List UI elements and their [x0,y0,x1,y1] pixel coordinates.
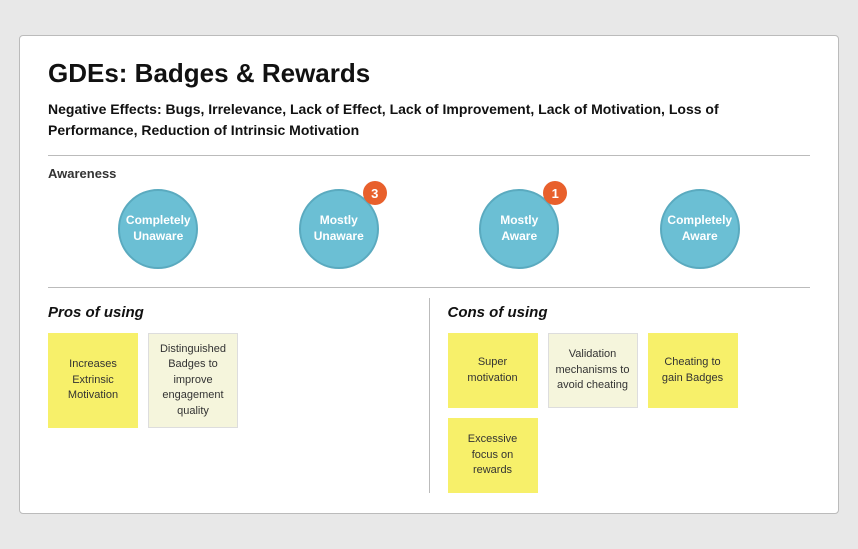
pros-label: Pros of using [48,304,411,321]
page-title: GDEs: Badges & Rewards [48,58,810,89]
awareness-mostly-unaware: MostlyUnaware 3 [299,189,379,269]
con-note-2: Validation mechanisms to avoid cheating [548,333,638,408]
cons-notes-row: Super motivation Validation mechanisms t… [448,333,811,493]
pro-note-2: Distinguished Badges to improve engageme… [148,333,238,428]
awareness-row: CompletelyUnaware MostlyUnaware 3 Mostly… [48,189,810,269]
pros-section: Pros of using Increases Extrinsic Motiva… [48,298,430,493]
divider-top [48,155,810,156]
badge-1: 1 [543,181,567,205]
awareness-completely-unaware: CompletelyUnaware [118,189,198,269]
con-note-3: Cheating to gain Badges [648,333,738,408]
pros-cons-row: Pros of using Increases Extrinsic Motiva… [48,298,810,493]
negative-effects-text: Negative Effects: Bugs, Irrelevance, Lac… [48,99,810,141]
awareness-mostly-aware: MostlyAware 1 [479,189,559,269]
cons-section: Cons of using Super motivation Validatio… [430,298,811,493]
main-card: GDEs: Badges & Rewards Negative Effects:… [19,35,839,514]
circle-wrapper-1: CompletelyUnaware [118,189,198,269]
circle-wrapper-2: MostlyUnaware 3 [299,189,379,269]
awareness-label: Awareness [48,166,810,181]
cons-label: Cons of using [448,304,811,321]
badge-3: 3 [363,181,387,205]
con-note-1: Super motivation [448,333,538,408]
circle-completely-unaware: CompletelyUnaware [118,189,198,269]
con-note-4: Excessive focus on rewards [448,418,538,493]
circle-completely-aware: CompletelyAware [660,189,740,269]
pros-notes-row: Increases Extrinsic Motivation Distingui… [48,333,411,428]
circle-wrapper-3: MostlyAware 1 [479,189,559,269]
negative-effects-label: Negative Effects [48,101,157,117]
circle-wrapper-4: CompletelyAware [660,189,740,269]
awareness-completely-aware: CompletelyAware [660,189,740,269]
pro-note-1: Increases Extrinsic Motivation [48,333,138,428]
divider-bottom [48,287,810,288]
